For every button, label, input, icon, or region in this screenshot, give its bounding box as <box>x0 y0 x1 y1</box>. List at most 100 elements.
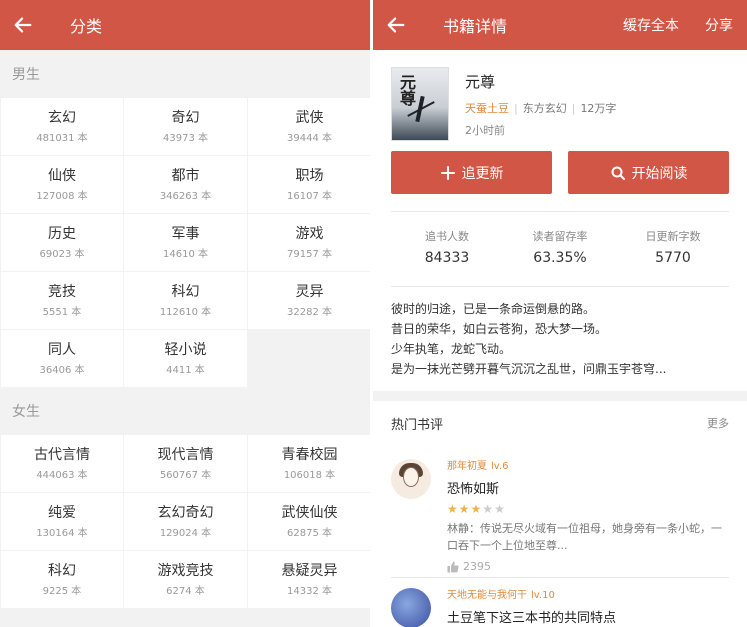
category-count: 9225 本 <box>42 586 82 597</box>
follow-updates-label: 追更新 <box>461 165 504 182</box>
review-likes[interactable]: 2395 <box>447 560 731 573</box>
category-grid-female: 古代言情 444063 本 现代言情 560767 本 青春校园 106018 本纯爱 13… <box>1 435 370 608</box>
category-item[interactable]: 竞技 5551 本 <box>1 272 123 329</box>
category-item[interactable]: 游戏 79157 本 <box>248 214 370 271</box>
category-item[interactable]: 灵异 32282 本 <box>248 272 370 329</box>
review-username[interactable]: 天地无能与我何干 <box>447 590 527 601</box>
star-empty-icon: ★ <box>482 502 495 516</box>
category-item[interactable]: 纯爱 130164 本 <box>1 493 123 550</box>
book-stats: 追书人数 84333 读者留存率 63.35% 日更新字数 5770 <box>373 228 747 266</box>
category-count: 127008 本 <box>36 191 88 202</box>
book-info: 元尊 天蚕土豆 | 东方玄幻 | 12万字 2小时前 <box>465 67 616 138</box>
review-title: 土豆笔下这三本书的共同特点 <box>447 611 617 626</box>
category-item[interactable]: 武侠仙侠 62875 本 <box>248 493 370 550</box>
category-item[interactable]: 职场 16107 本 <box>248 156 370 213</box>
divider <box>391 211 729 212</box>
follow-updates-button[interactable]: 追更新 <box>391 151 552 194</box>
category-count: 36406 本 <box>39 365 85 376</box>
category-item[interactable]: 科幻 112610 本 <box>124 272 247 329</box>
category-item[interactable]: 游戏竞技 6274 本 <box>124 551 247 608</box>
hot-reviews-header: 热门书评 更多 <box>373 401 747 445</box>
category-item[interactable]: 科幻 9225 本 <box>1 551 123 608</box>
back-button[interactable] <box>0 0 46 50</box>
share-button[interactable]: 分享 <box>705 15 733 35</box>
category-item[interactable]: 古代言情 444063 本 <box>1 435 123 492</box>
category-count: 14610 本 <box>163 249 208 260</box>
category-item[interactable]: 玄幻奇幻 129024 本 <box>124 493 247 550</box>
review-item[interactable]: 天地无能与我何干 lv.10 土豆笔下这三本书的共同特点 <box>373 578 747 627</box>
category-count: 6274 本 <box>166 586 205 597</box>
stat-label: 日更新字数 <box>645 230 701 243</box>
back-button[interactable] <box>373 0 419 50</box>
back-arrow-icon <box>14 17 32 33</box>
category-header: 分类 <box>0 0 370 50</box>
star-empty-icon: ★ <box>494 502 506 516</box>
more-reviews-link[interactable]: 更多 <box>707 415 729 431</box>
category-count: 106018 本 <box>283 470 336 481</box>
review-item[interactable]: 那年初夏 lv.6 恐怖如斯 ★★★★★ 林静：传说无尽火域有一位祖母，她身旁有一… <box>373 445 747 577</box>
category-item[interactable]: 青春校园 106018 本 <box>248 435 370 492</box>
book-intro[interactable]: 彼时的归途，已是一条命运倒悬的路。 昔日的荣华，如白云苍狗，恐大梦一场。 少年执… <box>373 287 747 379</box>
category-item[interactable]: 玄幻 481031 本 <box>1 98 123 155</box>
review-title: 恐怖如斯 <box>447 482 500 497</box>
stat-value: 63.35% <box>533 250 587 266</box>
section-label-female: 女生 <box>12 404 40 420</box>
intro-line: 彼时的归途，已是一条命运倒悬的路。 <box>391 302 596 316</box>
cover-title: 元尊 <box>397 74 416 106</box>
cache-all-button[interactable]: 缓存全本 <box>623 15 679 35</box>
stat-retention: 读者留存率 63.35% <box>504 228 616 266</box>
review-user-level: lv.10 <box>531 590 555 601</box>
intro-line: 少年执笔，龙蛇飞动。 <box>391 342 512 356</box>
start-reading-label: 开始阅读 <box>631 165 688 182</box>
category-item[interactable]: 奇幻 43973 本 <box>124 98 247 155</box>
category-name: 科幻 <box>171 284 200 300</box>
category-name: 都市 <box>171 168 200 184</box>
category-count: 5551 本 <box>42 307 82 318</box>
book-author[interactable]: 天蚕土豆 <box>465 102 509 115</box>
category-item[interactable]: 现代言情 560767 本 <box>124 435 247 492</box>
avatar[interactable] <box>391 459 431 499</box>
category-name: 轻小说 <box>164 342 207 358</box>
category-name: 同人 <box>48 342 76 358</box>
stat-value: 84333 <box>424 250 470 266</box>
review-body: 天地无能与我何干 lv.10 土豆笔下这三本书的共同特点 <box>447 586 737 626</box>
meta-separator: | <box>571 102 576 115</box>
avatar[interactable] <box>391 588 431 627</box>
star-filled-icon: ★ <box>447 502 459 516</box>
book-detail-panel: 书籍详情 缓存全本 分享 元尊 元尊 天蚕土豆 | 东方玄幻 | 12万字 2小时前 <box>373 0 747 627</box>
section-label-male: 男生 <box>12 67 40 83</box>
category-item[interactable]: 仙侠 127008 本 <box>1 156 123 213</box>
category-name: 仙侠 <box>48 168 76 184</box>
start-reading-button[interactable]: 开始阅读 <box>568 151 729 194</box>
intro-line: 是为一抹光芒劈开暮气沉沉之乱世，问鼎玉宇苍穹... <box>391 362 667 376</box>
category-item[interactable]: 军事 14610 本 <box>124 214 247 271</box>
category-count: 16107 本 <box>287 191 332 202</box>
plus-icon <box>440 165 455 180</box>
category-count: 481031 本 <box>36 133 88 144</box>
category-item[interactable]: 同人 36406 本 <box>1 330 123 387</box>
book-cover[interactable]: 元尊 <box>391 67 449 141</box>
stat-label: 读者留存率 <box>532 230 588 243</box>
category-item[interactable]: 武侠 39444 本 <box>248 98 370 155</box>
hot-reviews-title: 热门书评 <box>391 417 444 433</box>
intro-line: 昔日的荣华，如白云苍狗，恐大梦一场。 <box>391 322 608 336</box>
category-name: 奇幻 <box>171 110 200 126</box>
category-name: 武侠 <box>295 110 324 126</box>
page-title: 书籍详情 <box>443 17 508 36</box>
category-item[interactable]: 都市 346263 本 <box>124 156 247 213</box>
category-item[interactable]: 历史 69023 本 <box>1 214 123 271</box>
search-icon <box>611 166 625 180</box>
review-rating: ★★★★★ <box>447 502 731 516</box>
review-username[interactable]: 那年初夏 <box>447 461 487 472</box>
avatar-face <box>403 467 419 487</box>
category-item[interactable]: 悬疑灵异 14332 本 <box>248 551 370 608</box>
section-separator <box>373 391 747 401</box>
category-name: 灵异 <box>295 284 324 300</box>
category-count: 62875 本 <box>287 528 332 539</box>
review-text: 林静：传说无尽火域有一位祖母，她身旁有一条小蛇，一口吞下一个上位地至尊... <box>447 522 722 552</box>
category-count: 346263 本 <box>159 191 212 202</box>
back-arrow-icon <box>387 17 405 33</box>
star-filled-icon: ★ <box>470 502 483 516</box>
category-item[interactable]: 轻小说 4411 本 <box>124 330 247 387</box>
stat-daily-words: 日更新字数 5770 <box>617 228 729 266</box>
